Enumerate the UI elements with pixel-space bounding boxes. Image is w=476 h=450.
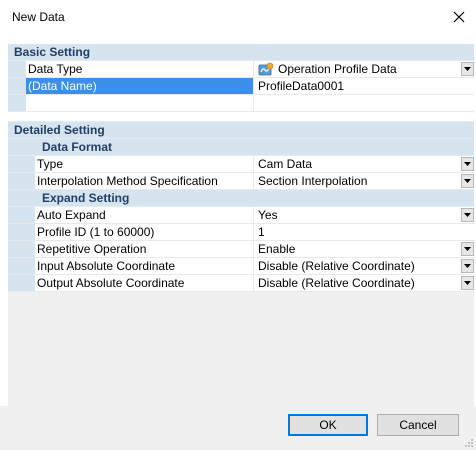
type-dropdown-button[interactable]: [461, 157, 474, 171]
profile-data-icon: [258, 62, 274, 76]
property-label: Data Type: [26, 61, 254, 77]
property-row-profile-id[interactable]: Profile ID (1 to 60000) 1: [8, 224, 474, 241]
auto-expand-dropdown-button[interactable]: [461, 208, 474, 222]
category-expand-setting[interactable]: Expand Setting: [8, 190, 474, 207]
chevron-down-icon: [464, 264, 471, 268]
category-spacer: [8, 112, 474, 122]
property-row-data-name[interactable]: (Data Name) ProfileData0001: [8, 78, 474, 95]
repetitive-dropdown-button[interactable]: [461, 242, 474, 256]
property-row-interpolation[interactable]: Interpolation Method Specification Secti…: [8, 173, 474, 190]
property-label: Input Absolute Coordinate: [35, 258, 254, 274]
interpolation-value: Section Interpolation: [258, 174, 368, 188]
ok-button[interactable]: OK: [288, 414, 368, 436]
chevron-down-icon: [464, 67, 471, 71]
property-value[interactable]: Disable (Relative Coordinate): [254, 258, 474, 274]
property-row-output-absolute[interactable]: Output Absolute Coordinate Disable (Rela…: [8, 275, 474, 292]
profile-id-field[interactable]: 1: [254, 224, 474, 240]
property-row-input-absolute[interactable]: Input Absolute Coordinate Disable (Relat…: [8, 258, 474, 275]
property-label: Type: [35, 156, 254, 172]
new-data-dialog: New Data Basic Setting Data Type Operati…: [0, 0, 476, 450]
property-row-type[interactable]: Type Cam Data: [8, 156, 474, 173]
category-data-format[interactable]: Data Format: [8, 139, 474, 156]
auto-expand-value: Yes: [258, 208, 278, 222]
chevron-down-icon: [464, 247, 471, 251]
property-label: Output Absolute Coordinate: [35, 275, 254, 291]
interpolation-dropdown-button[interactable]: [461, 174, 474, 188]
property-grid-area: Basic Setting Data Type Operation Profil…: [8, 44, 474, 426]
property-row-empty: [8, 95, 474, 112]
property-value[interactable]: Disable (Relative Coordinate): [254, 275, 474, 291]
cancel-button[interactable]: Cancel: [377, 414, 459, 436]
property-value[interactable]: Operation Profile Data: [254, 61, 474, 77]
property-label: Auto Expand: [35, 207, 254, 223]
chevron-down-icon: [464, 281, 471, 285]
property-value[interactable]: Yes: [254, 207, 474, 223]
property-row-auto-expand[interactable]: Auto Expand Yes: [8, 207, 474, 224]
category-detailed-setting[interactable]: Detailed Setting: [8, 122, 474, 139]
chevron-down-icon: [464, 179, 471, 183]
property-label: (Data Name): [26, 78, 254, 94]
data-name-field[interactable]: ProfileData0001: [254, 78, 474, 94]
property-label: Repetitive Operation: [35, 241, 254, 257]
property-row-data-type[interactable]: Data Type Operation Profile Data: [8, 61, 474, 78]
property-value[interactable]: Cam Data: [254, 156, 474, 172]
title-bar: New Data: [0, 0, 476, 34]
window-title: New Data: [12, 10, 65, 24]
property-label: Interpolation Method Specification: [35, 173, 254, 189]
input-absolute-dropdown-button[interactable]: [461, 259, 474, 273]
data-type-dropdown-button[interactable]: [461, 62, 474, 76]
input-absolute-value: Disable (Relative Coordinate): [258, 259, 415, 273]
category-basic-setting[interactable]: Basic Setting: [8, 44, 474, 61]
data-type-value: Operation Profile Data: [278, 62, 397, 76]
output-absolute-dropdown-button[interactable]: [461, 276, 474, 290]
output-absolute-value: Disable (Relative Coordinate): [258, 276, 415, 290]
chevron-down-icon: [464, 162, 471, 166]
chevron-down-icon: [464, 213, 471, 217]
close-icon: [453, 11, 465, 23]
property-value[interactable]: Section Interpolation: [254, 173, 474, 189]
property-row-repetitive[interactable]: Repetitive Operation Enable: [8, 241, 474, 258]
close-button[interactable]: [446, 4, 472, 30]
repetitive-value: Enable: [258, 242, 296, 256]
property-label: Profile ID (1 to 60000): [35, 224, 254, 240]
property-grid: Basic Setting Data Type Operation Profil…: [8, 44, 474, 292]
property-value[interactable]: Enable: [254, 241, 474, 257]
resize-grip-icon[interactable]: [464, 438, 474, 448]
type-value: Cam Data: [258, 157, 313, 171]
